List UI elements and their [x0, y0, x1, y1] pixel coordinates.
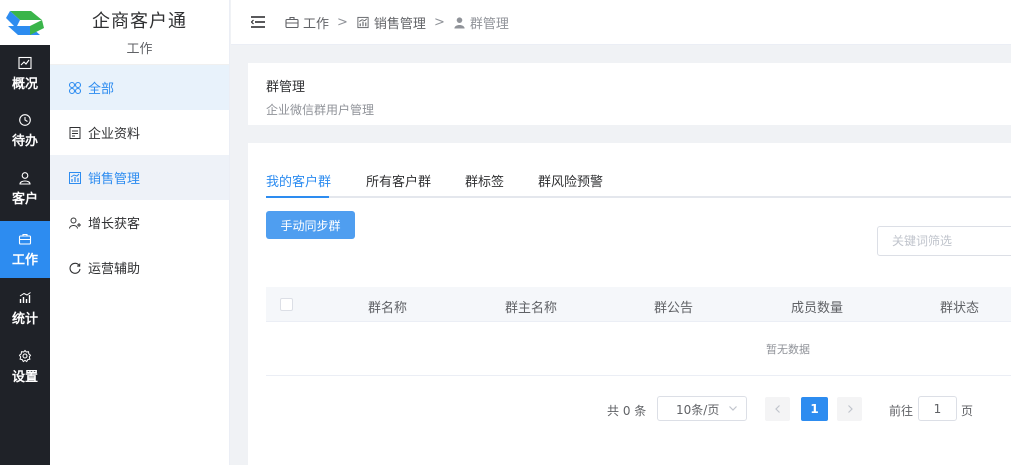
- column-group-status: 群状态: [940, 301, 980, 316]
- logo-icon: [6, 10, 44, 35]
- chevron-left-icon: [774, 405, 780, 413]
- total-count: 共 0 条: [607, 404, 647, 418]
- rail-item-work[interactable]: 工作: [0, 221, 50, 278]
- person-icon: [454, 16, 465, 29]
- table-empty-row: 暂无数据: [266, 323, 1011, 376]
- sales-chart-icon: [69, 171, 81, 184]
- briefcase-icon: [18, 233, 32, 245]
- app-logo[interactable]: [0, 0, 50, 45]
- rail-item-statistics[interactable]: 统计: [0, 280, 50, 337]
- page-size-select[interactable]: 10条/页: [657, 396, 747, 421]
- breadcrumb-item-work[interactable]: 工作: [303, 13, 329, 32]
- keyword-filter-input[interactable]: [877, 226, 1011, 256]
- sub-item-all[interactable]: 全部: [50, 65, 229, 110]
- gear-icon: [18, 349, 32, 362]
- page-unit-label: 页: [961, 404, 974, 418]
- pagination: 共 0 条 10条/页 1 前往 页: [248, 396, 1011, 424]
- column-member-count: 成员数量: [791, 301, 844, 316]
- rail-label: 待办: [11, 133, 38, 149]
- chevron-right-icon: [847, 405, 853, 413]
- breadcrumb-item-sales[interactable]: 销售管理: [374, 13, 426, 32]
- rail-item-settings[interactable]: 设置: [0, 338, 50, 395]
- column-announcement: 群公告: [654, 301, 694, 316]
- rail-label: 概况: [11, 76, 38, 92]
- page-header: 群管理 企业微信群用户管理: [248, 63, 1011, 125]
- sub-sidebar-header: 企商客户通 工作: [50, 0, 229, 65]
- sub-item-company-info[interactable]: 企业资料: [50, 110, 229, 155]
- tab-my-groups[interactable]: 我的客户群: [266, 171, 331, 190]
- sub-item-sales-management[interactable]: 销售管理: [50, 155, 229, 200]
- sub-item-label: 企业资料: [88, 127, 141, 142]
- prev-page-button[interactable]: [765, 397, 790, 421]
- sub-item-label: 销售管理: [88, 172, 141, 187]
- sub-item-operations[interactable]: 运营辅助: [50, 245, 229, 290]
- bar-chart-icon: [19, 291, 31, 303]
- column-group-name: 群名称: [368, 301, 408, 316]
- chart-line-icon: [18, 56, 32, 69]
- grid-icon: [68, 81, 82, 94]
- briefcase-icon: [285, 16, 299, 28]
- collapse-menu-icon[interactable]: [251, 16, 265, 28]
- table-header: 群名称 群主名称 群公告 成员数量 群状态: [266, 287, 1011, 322]
- breadcrumb-separator: >: [337, 14, 348, 30]
- page-number-current[interactable]: 1: [801, 397, 828, 421]
- sub-item-growth[interactable]: 增长获客: [50, 200, 229, 245]
- group-panel: 我的客户群 所有客户群 群标签 群风险预警 手动同步群 群名称 群主名称 群公告…: [248, 143, 1011, 465]
- sync-groups-button[interactable]: 手动同步群: [266, 211, 355, 239]
- sub-sidebar: 企商客户通 工作 全部 企业资料 销售管理 增长获客 运营辅助: [50, 0, 230, 465]
- tab-all-groups[interactable]: 所有客户群: [366, 171, 431, 190]
- page-title: 群管理: [266, 80, 306, 95]
- active-tab-indicator: [266, 196, 329, 198]
- user-icon: [19, 171, 31, 185]
- chevron-down-icon: [729, 406, 737, 411]
- main-nav-rail: 概况 待办 客户 工作 统计 设置: [0, 0, 50, 465]
- rail-label: 设置: [11, 369, 38, 385]
- sub-item-label: 运营辅助: [88, 262, 141, 277]
- rail-item-todo[interactable]: 待办: [0, 102, 50, 159]
- tab-risk-warning[interactable]: 群风险预警: [538, 171, 603, 190]
- tab-group-tags[interactable]: 群标签: [465, 171, 504, 190]
- section-title: 工作: [126, 42, 153, 57]
- breadcrumb-item-current: 群管理: [469, 16, 509, 32]
- rail-item-overview[interactable]: 概况: [0, 45, 50, 102]
- rail-label: 工作: [11, 252, 38, 268]
- goto-label: 前往: [889, 404, 914, 418]
- page-size-value: 10条/页: [676, 403, 720, 417]
- page-subtitle: 企业微信群用户管理: [266, 103, 375, 117]
- clock-icon: [19, 113, 31, 126]
- brand-name: 企商客户通: [92, 11, 187, 32]
- cycle-icon: [69, 262, 81, 274]
- next-page-button[interactable]: [837, 397, 862, 421]
- breadcrumb: 工作 > 销售管理 > 群管理: [285, 13, 509, 32]
- tab-bar: 我的客户群 所有客户群 群标签 群风险预警: [266, 171, 1011, 198]
- column-owner-name: 群主名称: [505, 301, 558, 316]
- document-icon: [69, 126, 81, 139]
- sub-item-label: 增长获客: [88, 217, 141, 232]
- empty-text: 暂无数据: [766, 343, 810, 356]
- rail-label: 统计: [11, 311, 38, 327]
- sub-item-label: 全部: [88, 82, 115, 97]
- sales-chart-icon: [357, 16, 369, 28]
- select-all-checkbox[interactable]: [280, 298, 293, 311]
- add-user-icon: [69, 217, 81, 229]
- rail-label: 客户: [11, 191, 38, 207]
- goto-page-input[interactable]: [918, 396, 957, 421]
- breadcrumb-separator: >: [433, 14, 445, 30]
- rail-item-customer[interactable]: 客户: [0, 160, 50, 217]
- top-bar: 工作 > 销售管理 > 群管理: [231, 0, 1011, 45]
